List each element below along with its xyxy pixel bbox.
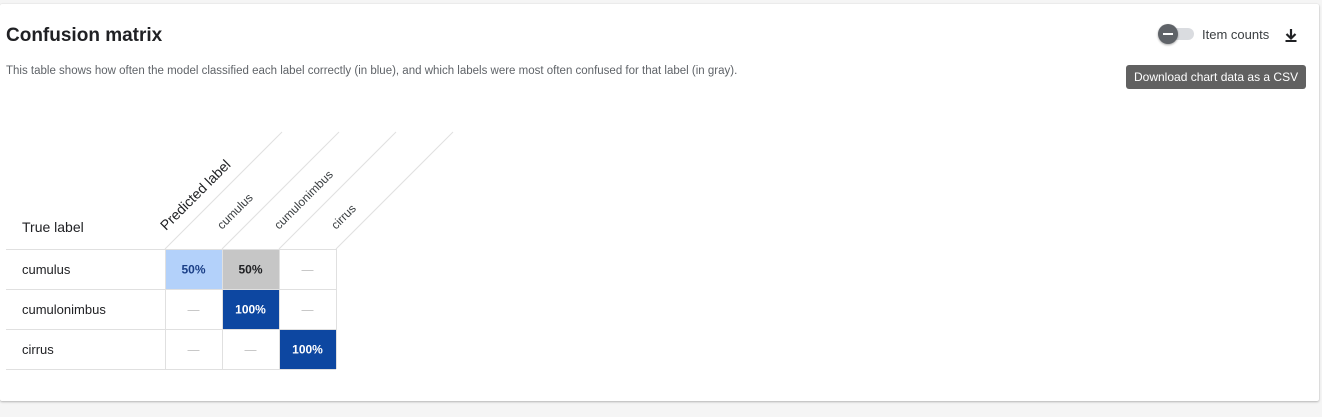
column-label-cirrus: cirrus <box>328 201 359 232</box>
row-axis-label: True label <box>22 219 84 235</box>
empty-cell: — <box>302 263 314 277</box>
row-label-cumulus: cumulus <box>22 262 71 277</box>
column-header-divider <box>335 131 454 250</box>
column-label-cumulus: cumulus <box>214 191 255 232</box>
matrix-cell-value: 100% <box>292 343 323 357</box>
matrix-cell-value: 50% <box>181 263 205 277</box>
confusion-matrix-card: Confusion matrix This table shows how of… <box>0 4 1319 401</box>
empty-cell: — <box>188 343 200 357</box>
empty-cell: — <box>188 303 200 317</box>
confusion-matrix: True label Predicted labelcumulus cumuloni… <box>6 131 454 370</box>
row-label-cirrus: cirrus <box>22 342 54 357</box>
row-label-cumulonimbus: cumulonimbus <box>22 302 106 317</box>
empty-cell: — <box>245 343 257 357</box>
empty-cell: — <box>302 303 314 317</box>
matrix-cell-value: 50% <box>238 263 262 277</box>
matrix-cell-value: 100% <box>235 303 266 317</box>
column-label-cumulonimbus: cumulonimbus <box>271 168 336 233</box>
